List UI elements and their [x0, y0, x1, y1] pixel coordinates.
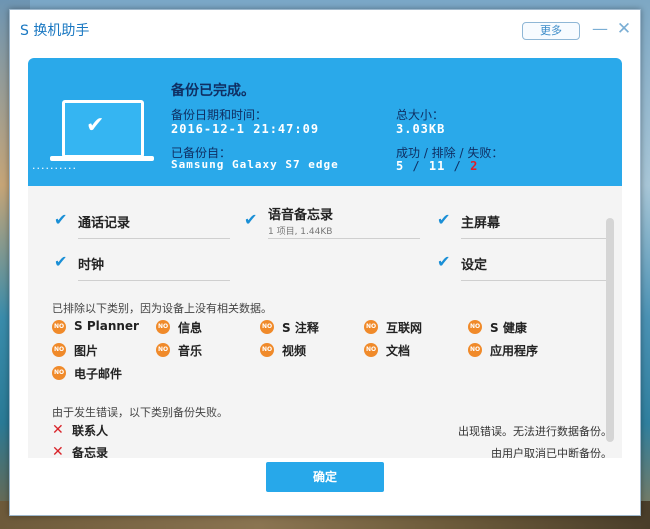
confirm-button[interactable]: 确定: [266, 462, 384, 492]
check-icon: ✔: [54, 252, 68, 271]
laptop-base-icon: [50, 156, 154, 161]
more-button[interactable]: 更多: [522, 22, 580, 40]
app-title: S 换机助手: [20, 23, 90, 39]
no-icon: NO: [468, 343, 482, 357]
no-icon: NO: [156, 343, 170, 357]
no-icon: NO: [156, 320, 170, 334]
date-label: 备份日期和时间：: [171, 108, 268, 122]
summary-panel: ✔ ·········· 备份已完成。 备份日期和时间： 2016-12-1 2…: [28, 58, 622, 186]
check-icon: ✔: [437, 252, 451, 271]
size-label: 总大小：: [396, 108, 445, 122]
scrollbar[interactable]: [606, 218, 614, 442]
stats-value: 5 / 11 / 2: [396, 159, 479, 173]
no-icon: NO: [52, 343, 66, 357]
device-value: Samsung Galaxy S7 edge: [171, 158, 339, 171]
failed-item: ✕ 备忘录 由用户取消已中断备份。: [52, 444, 612, 458]
excluded-note: 已排除以下类别，因为设备上没有相关数据。: [52, 302, 272, 315]
stat-success: 5: [396, 159, 405, 173]
no-icon: NO: [52, 320, 66, 334]
failed-item: ✕ 联系人 出现错误。无法进行数据备份。: [52, 422, 612, 438]
backup-dialog: S 换机助手 更多 — ✕ ✔ ·········· 备份已完成。 备份日期和时…: [9, 9, 641, 516]
failed-note: 由于发生错误，以下类别备份失败。: [52, 406, 228, 419]
no-icon: NO: [52, 366, 66, 380]
backup-status-title: 备份已完成。: [171, 83, 255, 99]
error-x-icon: ✕: [52, 422, 64, 438]
watermark-handle: @GC_QOQCF21: [532, 500, 627, 514]
watermark-title: 盖乐世社区: [560, 479, 630, 495]
progress-dots: ··········: [32, 162, 77, 175]
laptop-check-icon: ✔: [86, 113, 105, 138]
no-icon: NO: [364, 343, 378, 357]
stat-excluded: 11: [428, 159, 446, 173]
stat-failed: 2: [470, 159, 479, 173]
results-area: ✔ 通话记录 ✔ 语音备忘录 1 项目, 1.44KB ✔ 主屏幕 ✔ 时钟 ✔…: [28, 186, 622, 458]
error-x-icon: ✕: [52, 444, 64, 458]
check-icon: ✔: [437, 210, 451, 229]
date-value: 2016-12-1 21:47:09: [171, 122, 320, 136]
no-icon: NO: [468, 320, 482, 334]
close-icon[interactable]: ✕: [615, 20, 633, 38]
title-bar: S 换机助手 更多 — ✕: [10, 10, 640, 50]
no-icon: NO: [260, 343, 274, 357]
no-icon: NO: [260, 320, 274, 334]
no-icon: NO: [364, 320, 378, 334]
check-icon: ✔: [244, 210, 258, 229]
minimize-icon[interactable]: —: [591, 20, 609, 38]
size-value: 3.03KB: [396, 122, 446, 136]
check-icon: ✔: [54, 210, 68, 229]
